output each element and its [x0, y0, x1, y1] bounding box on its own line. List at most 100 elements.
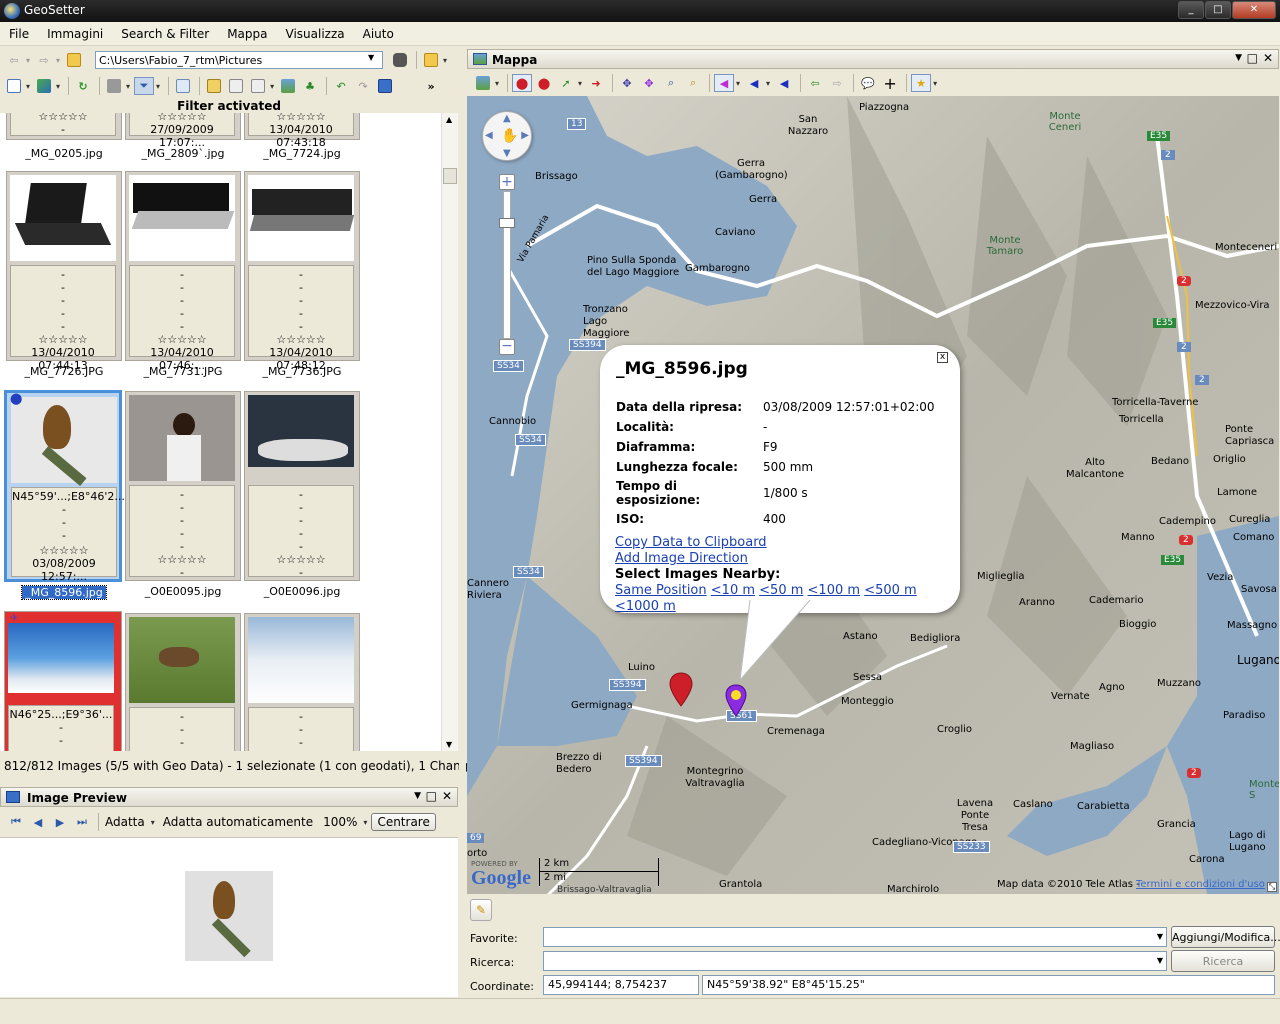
- view-mode-icon[interactable]: [4, 77, 24, 95]
- zoom-in-button[interactable]: +: [499, 174, 515, 190]
- map-resize-icon[interactable]: ⤡: [1267, 882, 1277, 892]
- close-window-button[interactable]: ✕: [1232, 1, 1276, 19]
- minimize-button[interactable]: _: [1178, 1, 1204, 19]
- rating-stars[interactable]: ☆☆☆☆☆: [12, 544, 116, 557]
- rating-stars[interactable]: ☆☆☆☆☆: [130, 553, 234, 566]
- coordinates-decimal-field[interactable]: 45,994144; 8,754237: [543, 975, 699, 995]
- zoom-dropdown[interactable]: 100%: [323, 815, 357, 829]
- map-type-icon[interactable]: [473, 74, 493, 92]
- last-image-icon[interactable]: ⏭: [72, 813, 92, 831]
- set-marker-icon[interactable]: ⬤: [512, 74, 533, 92]
- direction-set-icon[interactable]: ◀: [774, 74, 794, 92]
- pan-left-icon[interactable]: ◀: [485, 130, 493, 141]
- forward-arrow-icon[interactable]: ⇨: [34, 51, 54, 69]
- nearby-same-position-link[interactable]: Same Position: [615, 583, 707, 598]
- redo-icon[interactable]: ↷: [353, 77, 373, 95]
- zoom-out-button[interactable]: −: [499, 339, 515, 355]
- panel-close-icon[interactable]: ✕: [1263, 51, 1273, 65]
- previous-image-icon[interactable]: ◀: [28, 813, 48, 831]
- next-image-icon[interactable]: ▶: [50, 813, 70, 831]
- menu-search-filter[interactable]: Search & Filter: [112, 27, 218, 41]
- pan-down-icon[interactable]: ▼: [503, 148, 511, 159]
- scrollbar-thumb[interactable]: [443, 168, 457, 184]
- pan-up-icon[interactable]: ▲: [503, 113, 511, 124]
- purple-map-marker-icon[interactable]: [725, 684, 747, 718]
- sort-icon[interactable]: [34, 77, 54, 95]
- rating-stars[interactable]: ☆☆☆☆☆: [130, 113, 234, 123]
- first-image-icon[interactable]: ⏮: [6, 813, 26, 831]
- panel-close-icon[interactable]: ✕: [442, 789, 452, 803]
- favorite-combobox[interactable]: ▼: [543, 927, 1167, 947]
- pencil-icon[interactable]: ✎: [470, 899, 492, 921]
- maximize-button[interactable]: □: [1205, 1, 1231, 19]
- panel-menu-icon[interactable]: ▼: [414, 791, 421, 801]
- nearby-10m-link[interactable]: <10 m: [711, 583, 755, 598]
- marker-arrow-icon[interactable]: ➚: [556, 74, 576, 92]
- crosshair-icon[interactable]: +: [880, 74, 900, 93]
- refresh-icon[interactable]: ↻: [73, 77, 93, 95]
- autofit-toggle[interactable]: Adatta automaticamente: [163, 815, 313, 829]
- select-icon[interactable]: [104, 77, 124, 95]
- center-button[interactable]: Centrare: [371, 813, 436, 831]
- save-icon[interactable]: [375, 77, 395, 95]
- find-marker-icon[interactable]: ⌕: [661, 74, 681, 92]
- speech-bubble-icon[interactable]: 💬: [858, 74, 878, 92]
- map-forward-icon[interactable]: ⇨: [827, 74, 847, 92]
- properties-icon[interactable]: [173, 77, 193, 95]
- red-map-marker-icon[interactable]: [669, 672, 693, 708]
- rating-stars[interactable]: ☆☆☆☆☆: [249, 333, 353, 346]
- path-input[interactable]: [95, 51, 383, 69]
- select-markers-icon[interactable]: ✥: [617, 74, 637, 92]
- rating-stars[interactable]: ☆☆☆☆☆: [249, 113, 353, 123]
- rating-stars[interactable]: ☆☆☆☆☆: [11, 333, 115, 346]
- panel-menu-icon[interactable]: ▼: [1235, 53, 1242, 63]
- nearby-500m-link[interactable]: <500 m: [864, 583, 917, 598]
- search-button[interactable]: Ricerca: [1171, 950, 1275, 972]
- direction-blue-icon[interactable]: ◀: [744, 74, 764, 92]
- scroll-down-icon[interactable]: ▼: [446, 740, 452, 749]
- rating-stars[interactable]: ☆☆☆☆☆: [249, 553, 353, 566]
- fit-dropdown[interactable]: Adatta: [105, 815, 145, 829]
- nearby-1000m-link[interactable]: <1000 m: [615, 599, 676, 614]
- add-favorite-button[interactable]: Aggiungi/Modifica...: [1171, 926, 1280, 948]
- marker-green-arrow-icon[interactable]: ➜: [586, 74, 606, 92]
- edit-data-icon[interactable]: [204, 77, 224, 95]
- zoom-slider-track[interactable]: [503, 191, 511, 339]
- red-marker-icon[interactable]: ⬤: [534, 74, 554, 92]
- thumbnail-scrollbar[interactable]: ▲ ▼: [441, 113, 458, 751]
- menu-immagini[interactable]: Immagini: [38, 27, 112, 41]
- toolbar-overflow-icon[interactable]: »: [421, 77, 441, 95]
- add-direction-link[interactable]: Add Image Direction: [615, 551, 748, 566]
- folder-up-icon[interactable]: [64, 51, 84, 69]
- back-arrow-icon[interactable]: ⇦: [4, 51, 24, 69]
- copy-data-link[interactable]: Copy Data to Clipboard: [615, 535, 767, 550]
- image-map-icon[interactable]: [278, 77, 298, 95]
- map-back-icon[interactable]: ⇦: [805, 74, 825, 92]
- vertical-splitter[interactable]: [459, 46, 466, 997]
- undo-icon[interactable]: ↶: [331, 77, 351, 95]
- menu-file[interactable]: File: [0, 27, 38, 41]
- nearby-50m-link[interactable]: <50 m: [759, 583, 803, 598]
- multi-marker-icon[interactable]: ✥: [639, 74, 659, 92]
- favorites-star-icon[interactable]: ★: [911, 74, 932, 92]
- rating-stars[interactable]: ☆☆☆☆☆: [130, 333, 234, 346]
- zoom-slider-thumb[interactable]: [499, 218, 515, 228]
- popup-close-button[interactable]: x: [937, 352, 948, 363]
- search-combobox[interactable]: ▼: [543, 951, 1167, 971]
- coordinates-dms-field[interactable]: N45°59'38.92" E8°45'15.25": [702, 975, 1275, 995]
- scroll-up-icon[interactable]: ▲: [446, 115, 452, 124]
- nearby-100m-link[interactable]: <100 m: [808, 583, 861, 598]
- panel-float-icon[interactable]: □: [426, 789, 437, 803]
- menu-mappa[interactable]: Mappa: [218, 27, 276, 41]
- pan-right-icon[interactable]: ▶: [521, 130, 529, 141]
- direction-purple-icon[interactable]: ◀: [714, 74, 735, 92]
- zoom-search-icon[interactable]: ⌕: [683, 74, 703, 92]
- path-dropdown-icon[interactable]: ▼: [368, 53, 374, 62]
- paste-icon[interactable]: [248, 77, 268, 95]
- tree-icon[interactable]: ♣: [300, 77, 320, 95]
- google-logo[interactable]: Google: [471, 867, 531, 890]
- open-folder-icon[interactable]: [421, 51, 441, 69]
- panel-float-icon[interactable]: □: [1247, 51, 1258, 65]
- terms-link[interactable]: Termini e condizioni d'uso: [1136, 879, 1265, 890]
- copy-icon[interactable]: [226, 77, 246, 95]
